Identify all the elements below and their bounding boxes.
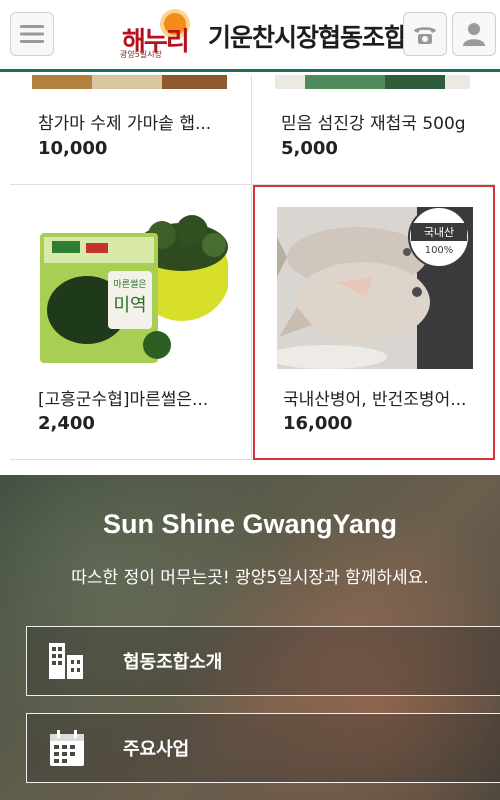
- product-price: 5,000: [281, 138, 338, 159]
- package-title: 미역: [113, 295, 146, 316]
- product-name: [고흥군수협]마른썰은...: [38, 390, 209, 410]
- product-card-selected[interactable]: 국내산 100% 국내산병어, 반건조병어... 16,000: [253, 185, 495, 460]
- app-header: 해누리 광양5일시장 기운찬시장협동조합: [0, 0, 500, 72]
- building-icon: [49, 643, 83, 679]
- product-row: 마른썰은 미역 [고흥군수협]마른썰은... 2,400 국내산 100% 국내…: [10, 185, 495, 460]
- product-name: 참가마 수제 가마솥 햅...: [38, 114, 212, 134]
- about-cooperative-label: 협동조합소개: [123, 652, 223, 673]
- product-price: 16,000: [283, 413, 353, 434]
- product-image: [32, 75, 227, 89]
- phone-button[interactable]: [403, 12, 447, 56]
- brand-logo[interactable]: 해누리 광양5일시장 기운찬시장협동조합: [118, 10, 407, 62]
- product-card[interactable]: 마른썰은 미역 [고흥군수협]마른썰은... 2,400: [10, 185, 252, 460]
- package-sub: 마른썰은: [113, 279, 146, 290]
- product-card[interactable]: 참가마 수제 가마솥 햅... 10,000: [10, 75, 252, 185]
- about-cooperative-button[interactable]: 협동조합소개: [26, 626, 500, 696]
- product-card[interactable]: 믿음 섬진강 재첩국 500g 5,000: [253, 75, 495, 185]
- badge-percent: 100%: [425, 245, 454, 256]
- product-name: 국내산병어, 반건조병어...: [283, 390, 467, 410]
- user-button[interactable]: [452, 12, 496, 56]
- logo-mark: 해누리 광양5일시장: [118, 11, 206, 61]
- hero-title: Sun Shine GwangYang: [102, 509, 398, 539]
- badge-label: 국내산: [424, 226, 454, 239]
- product-price: 10,000: [38, 138, 108, 159]
- product-image: 국내산 100%: [277, 207, 473, 369]
- product-name: 믿음 섬진강 재첩국 500g: [281, 114, 466, 134]
- hero-subtitle: 따스한 정이 머무는곳! 광양5일시장과 함께하세요.: [71, 568, 429, 588]
- product-row-top: 참가마 수제 가마솥 햅... 10,000 믿음 섬진강 재첩국 500g 5…: [10, 75, 495, 185]
- user-icon: [463, 23, 485, 46]
- hero-banner: Sun Shine GwangYang 따스한 정이 머무는곳! 광양5일시장과…: [0, 475, 500, 800]
- product-price: 2,400: [38, 413, 95, 434]
- product-image: [275, 75, 470, 89]
- brand-title: 기운찬시장협동조합: [208, 24, 407, 52]
- logo-subtitle: 광양5일시장: [120, 50, 162, 59]
- calendar-icon: [50, 730, 84, 766]
- product-image: 마른썰은 미역: [32, 205, 228, 367]
- main-business-button[interactable]: 주요사업: [26, 713, 500, 783]
- hamburger-icon: [20, 25, 44, 43]
- main-business-label: 주요사업: [123, 739, 190, 760]
- menu-button[interactable]: [10, 12, 54, 56]
- phone-icon: [414, 27, 436, 44]
